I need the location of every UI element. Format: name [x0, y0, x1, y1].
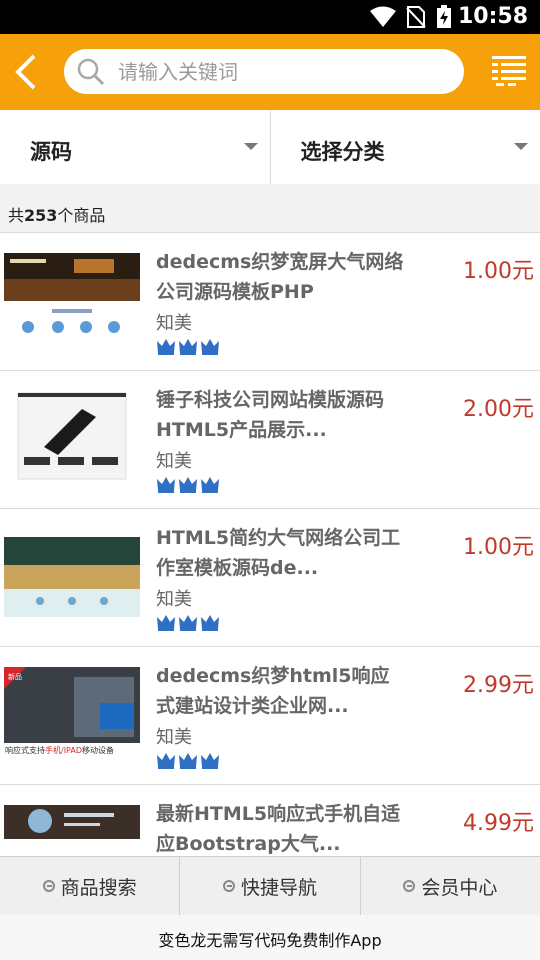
- dropdown-caret-icon: [243, 143, 258, 150]
- header-bar: [0, 34, 540, 110]
- tab-label: 快捷导航: [240, 876, 317, 899]
- crown-icon: [179, 477, 197, 493]
- thumb-caption-a: 响应式支持: [5, 745, 45, 755]
- product-list[interactable]: dedecms织梦宽屏大气网络公司源码模板PHP 知美 1.00元 锤子科技公司…: [0, 233, 540, 856]
- svg-text:新品: 新品: [8, 672, 22, 681]
- category-filter-label: 选择分类: [300, 140, 385, 164]
- product-price: 2.00元: [463, 397, 534, 422]
- result-count: 共253个商品: [8, 206, 106, 225]
- dropdown-caret-icon: [514, 143, 528, 150]
- bottom-tab-bar: 商品搜索 快捷导航 会员中心: [0, 856, 540, 915]
- product-vendor: 知美: [156, 727, 192, 748]
- crown-icon: [157, 339, 175, 355]
- vendor-rating: [156, 337, 220, 355]
- search-box[interactable]: [64, 49, 464, 94]
- crown-icon: [157, 477, 175, 493]
- product-title[interactable]: HTML5简约大气网络公司工作室模板源码de...: [156, 523, 406, 583]
- footer-text: 变色龙无需写代码免费制作App: [158, 931, 382, 950]
- product-price: 1.00元: [463, 535, 534, 560]
- thumb-caption-b: 手机/IPAD: [45, 745, 82, 755]
- crown-icon: [201, 615, 219, 631]
- crown-icon: [179, 615, 197, 631]
- product-thumbnail[interactable]: [4, 391, 140, 481]
- product-vendor: 知美: [156, 313, 192, 334]
- crown-icon: [201, 753, 219, 769]
- search-icon: [77, 58, 105, 86]
- result-count-number: 253: [24, 206, 58, 225]
- vendor-rating: [156, 751, 220, 769]
- product-item[interactable]: 新品 响应式支持手机/IPAD移动设备 dedecms织梦html5响应式建站设…: [0, 647, 540, 785]
- source-filter-dropdown[interactable]: 源码: [0, 110, 270, 184]
- product-thumbnail[interactable]: [4, 529, 140, 619]
- product-vendor: 知美: [156, 451, 192, 472]
- product-title[interactable]: dedecms织梦html5响应式建站设计类企业网...: [156, 661, 406, 721]
- product-item[interactable]: 最新HTML5响应式手机自适应Bootstrap大气... 知美 4.99元: [0, 785, 540, 856]
- crown-icon: [201, 339, 219, 355]
- crown-icon: [201, 477, 219, 493]
- svg-text:响应式支持手机/IPAD移动设备: 响应式支持手机/IPAD移动设备: [5, 745, 114, 755]
- product-title[interactable]: dedecms织梦宽屏大气网络公司源码模板PHP: [156, 247, 406, 307]
- product-item[interactable]: 锤子科技公司网站模版源码HTML5产品展示... 知美 2.00元: [0, 371, 540, 509]
- product-title[interactable]: 最新HTML5响应式手机自适应Bootstrap大气...: [156, 799, 406, 856]
- tab-bullet-icon: [42, 880, 55, 892]
- vendor-rating: [156, 475, 220, 493]
- product-thumbnail[interactable]: 新品 响应式支持手机/IPAD移动设备: [4, 667, 140, 757]
- thumb-caption-c: 移动设备: [82, 745, 114, 755]
- product-price: 1.00元: [463, 259, 534, 284]
- back-arrow-icon[interactable]: [10, 50, 44, 94]
- search-input[interactable]: [116, 55, 450, 89]
- crown-icon: [157, 753, 175, 769]
- tab-label: 会员中心: [421, 876, 498, 899]
- product-item[interactable]: dedecms织梦宽屏大气网络公司源码模板PHP 知美 1.00元: [0, 233, 540, 371]
- tab-member-center[interactable]: 会员中心: [359, 857, 540, 915]
- battery-charging-icon: [437, 5, 451, 28]
- product-thumbnail[interactable]: [4, 805, 140, 856]
- tab-product-search[interactable]: 商品搜索: [0, 857, 179, 915]
- app-footer: 变色龙无需写代码免费制作App: [0, 915, 540, 960]
- crown-icon: [179, 753, 197, 769]
- result-count-bar: 共253个商品: [0, 184, 540, 233]
- category-menu-icon[interactable]: [492, 56, 526, 86]
- filter-bar: 源码 选择分类: [0, 110, 540, 184]
- product-price: 4.99元: [463, 811, 534, 836]
- status-icons: [370, 5, 452, 29]
- product-thumbnail[interactable]: [4, 253, 140, 343]
- wifi-icon: [370, 6, 396, 27]
- source-filter-label: 源码: [30, 140, 72, 164]
- no-sim-icon: [406, 6, 426, 28]
- vendor-rating: [156, 613, 220, 631]
- tab-bullet-icon: [222, 880, 235, 892]
- status-time: 10:58: [457, 4, 528, 29]
- crown-icon: [157, 615, 175, 631]
- tab-label: 商品搜索: [60, 876, 137, 899]
- product-vendor: 知美: [156, 589, 192, 610]
- category-filter-dropdown[interactable]: 选择分类: [269, 110, 540, 184]
- product-title[interactable]: 锤子科技公司网站模版源码HTML5产品展示...: [156, 385, 406, 445]
- product-item[interactable]: HTML5简约大气网络公司工作室模板源码de... 知美 1.00元: [0, 509, 540, 647]
- crown-icon: [179, 339, 197, 355]
- product-price: 2.99元: [463, 673, 534, 698]
- tab-quick-nav[interactable]: 快捷导航: [179, 857, 359, 915]
- tab-bullet-icon: [403, 880, 416, 892]
- status-bar: 10:58: [0, 0, 540, 34]
